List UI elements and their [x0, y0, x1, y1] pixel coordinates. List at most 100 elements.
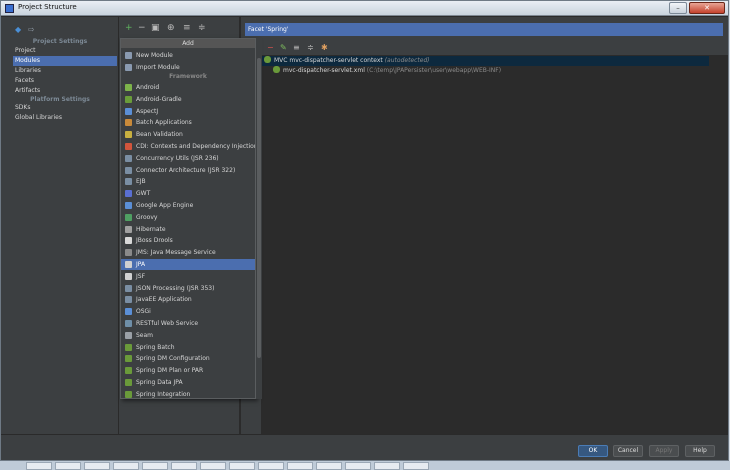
expand-all-icon[interactable]: ≡ [293, 43, 300, 52]
seam-icon [125, 331, 132, 339]
menu-item-label: JavaEE Application [136, 296, 192, 304]
menu-item-restful-web-service[interactable]: RESTful Web Service [121, 318, 255, 329]
collapse-all-icon[interactable]: ≑ [198, 23, 206, 33]
close-button[interactable]: ✕ [689, 2, 725, 14]
concurrency-utils-jsr-236-icon [125, 154, 132, 162]
tree-row-file[interactable]: mvc-dispatcher-servlet.xml (C:\temp\JPAP… [261, 66, 501, 76]
menu-item-android[interactable]: Android [121, 82, 255, 93]
edit-icon[interactable]: ✎ [280, 43, 287, 52]
menu-item-label: Concurrency Utils (JSR 236) [136, 154, 219, 162]
tree-row-context[interactable]: MVC mvc-dispatcher-servlet context (auto… [261, 56, 709, 66]
taskbar-thumbnail[interactable] [258, 462, 284, 470]
cancel-button[interactable]: Cancel [613, 445, 643, 457]
remove-icon[interactable]: − [138, 23, 146, 33]
apply-button[interactable]: Apply [649, 445, 679, 457]
minimize-button[interactable]: – [669, 2, 687, 14]
menu-item-jpa[interactable]: JPA [121, 259, 255, 270]
menu-item-groovy[interactable]: Groovy [121, 212, 255, 223]
menu-item-label: New Module [136, 52, 173, 59]
expand-all-icon[interactable]: ≡ [183, 23, 191, 33]
settings-icon[interactable]: ✱ [321, 43, 328, 52]
menu-item-connector-architecture-jsr-322[interactable]: Connector Architecture (JSR 322) [121, 165, 255, 176]
menu-item-label: Spring Data JPA [136, 379, 183, 386]
menu-item-label: OSGi [136, 308, 151, 316]
taskbar-thumbnail[interactable] [287, 462, 313, 470]
taskbar-thumbnail[interactable] [316, 462, 342, 470]
sidebar-item-sdks[interactable]: SDKs [13, 103, 117, 113]
menu-item-spring-data-jpa[interactable]: Spring Data JPA [121, 377, 255, 388]
menu-item-android-gradle[interactable]: Android-Gradle [121, 94, 255, 105]
menu-item-seam[interactable]: Seam [121, 330, 255, 341]
ok-button[interactable]: OK [578, 445, 608, 457]
ejb-icon [125, 178, 132, 186]
taskbar-thumbnail[interactable] [84, 462, 110, 470]
bean-validation-icon [125, 131, 132, 139]
menu-item-spring-batch[interactable]: Spring Batch [121, 342, 255, 353]
menu-item-label: Bean Validation [136, 131, 183, 139]
taskbar-thumbnail[interactable] [200, 462, 226, 470]
taskbar-thumbnail[interactable] [26, 462, 52, 470]
menu-item-jboss-drools[interactable]: JBoss Drools [121, 235, 255, 246]
taskbar-thumbnail[interactable] [229, 462, 255, 470]
search-icon[interactable]: ⊕ [167, 23, 175, 33]
jboss-drools-icon [125, 237, 132, 245]
jpa-icon [125, 261, 132, 268]
add-icon[interactable]: + [125, 23, 133, 33]
menu-item-label: CDI: Contexts and Dependency Injection [136, 143, 256, 150]
menu-item-bean-validation[interactable]: Bean Validation [121, 129, 255, 140]
taskbar-thumbnail[interactable] [55, 462, 81, 470]
context-label: MVC mvc-dispatcher-servlet context [274, 57, 383, 64]
taskbar-thumbnail[interactable] [142, 462, 168, 470]
remove-icon[interactable]: − [267, 43, 274, 52]
menu-item-spring-integration[interactable]: Spring Integration [121, 389, 255, 398]
taskbar-thumbnail[interactable] [113, 462, 139, 470]
title-bar: Project Structure – ✕ [1, 1, 728, 16]
sidebar-item-project[interactable]: Project [13, 46, 117, 56]
menu-item-spring-dm-configuration[interactable]: Spring DM Configuration [121, 353, 255, 364]
menu-item-batch-applications[interactable]: Batch Applications [121, 117, 255, 128]
copy-icon[interactable]: ▣ [151, 23, 160, 33]
app-icon [5, 4, 14, 13]
back-arrow-icon[interactable]: ◆ [15, 25, 21, 34]
menu-item-osgi[interactable]: OSGi [121, 306, 255, 317]
add-menu-scrollbar[interactable] [256, 38, 262, 399]
spring-leaf-icon [264, 56, 271, 63]
taskbar-thumbnail[interactable] [345, 462, 371, 470]
menu-item-label: JBoss Drools [136, 237, 173, 245]
menu-item-google-app-engine[interactable]: Google App Engine [121, 200, 255, 211]
gwt-icon [125, 190, 132, 198]
jms-java-message-service-icon [125, 249, 132, 257]
menu-item-ejb[interactable]: EJB [121, 176, 255, 187]
taskbar-thumbnail[interactable] [171, 462, 197, 470]
menu-item-hibernate[interactable]: Hibernate [121, 224, 255, 235]
sidebar-item-libraries[interactable]: Libraries [13, 66, 117, 76]
menu-item-concurrency-utils-jsr-236[interactable]: Concurrency Utils (JSR 236) [121, 153, 255, 164]
spring-data-jpa-icon [125, 379, 132, 386]
menu-item-javaee-application[interactable]: JavaEE Application [121, 294, 255, 305]
javaee-application-icon [125, 296, 132, 304]
menu-item-jsf[interactable]: JSF [121, 271, 255, 282]
help-button[interactable]: Help [685, 445, 715, 457]
menu-item-cdi-contexts-and-dependency-injection[interactable]: CDI: Contexts and Dependency Injection [121, 141, 255, 152]
facet-panel: Facet 'Spring' − ✎ ≡ ≑ ✱ MVC mvc-dispatc… [241, 17, 728, 434]
taskbar-thumbnail[interactable] [403, 462, 429, 470]
cdi-contexts-and-dependency-injection-icon [125, 143, 132, 150]
sidebar-item-facets[interactable]: Facets [13, 76, 117, 86]
menu-item-import-module[interactable]: Import Module [121, 62, 255, 73]
spring-context-tree: MVC mvc-dispatcher-servlet context (auto… [261, 55, 728, 434]
forward-arrow-icon[interactable]: ⇨ [28, 25, 35, 34]
json-processing-jsr-353-icon [125, 284, 132, 292]
sidebar-item-artifacts[interactable]: Artifacts [13, 86, 117, 96]
taskbar-thumbnail[interactable] [374, 462, 400, 470]
sidebar-item-modules[interactable]: Modules [13, 56, 117, 66]
menu-item-label: Spring DM Configuration [136, 355, 210, 363]
sidebar-item-global-libraries[interactable]: Global Libraries [13, 113, 117, 123]
menu-item-json-processing-jsr-353[interactable]: JSON Processing (JSR 353) [121, 283, 255, 294]
menu-item-jms-java-message-service[interactable]: JMS: Java Message Service [121, 247, 255, 258]
scrollbar-thumb[interactable] [257, 58, 261, 358]
menu-item-spring-dm-plan-or-par[interactable]: Spring DM Plan or PAR [121, 365, 255, 376]
collapse-all-icon[interactable]: ≑ [307, 43, 314, 52]
menu-item-new-module[interactable]: New Module [121, 50, 255, 61]
menu-item-gwt[interactable]: GWT [121, 188, 255, 199]
menu-item-aspectj[interactable]: AspectJ [121, 106, 255, 117]
